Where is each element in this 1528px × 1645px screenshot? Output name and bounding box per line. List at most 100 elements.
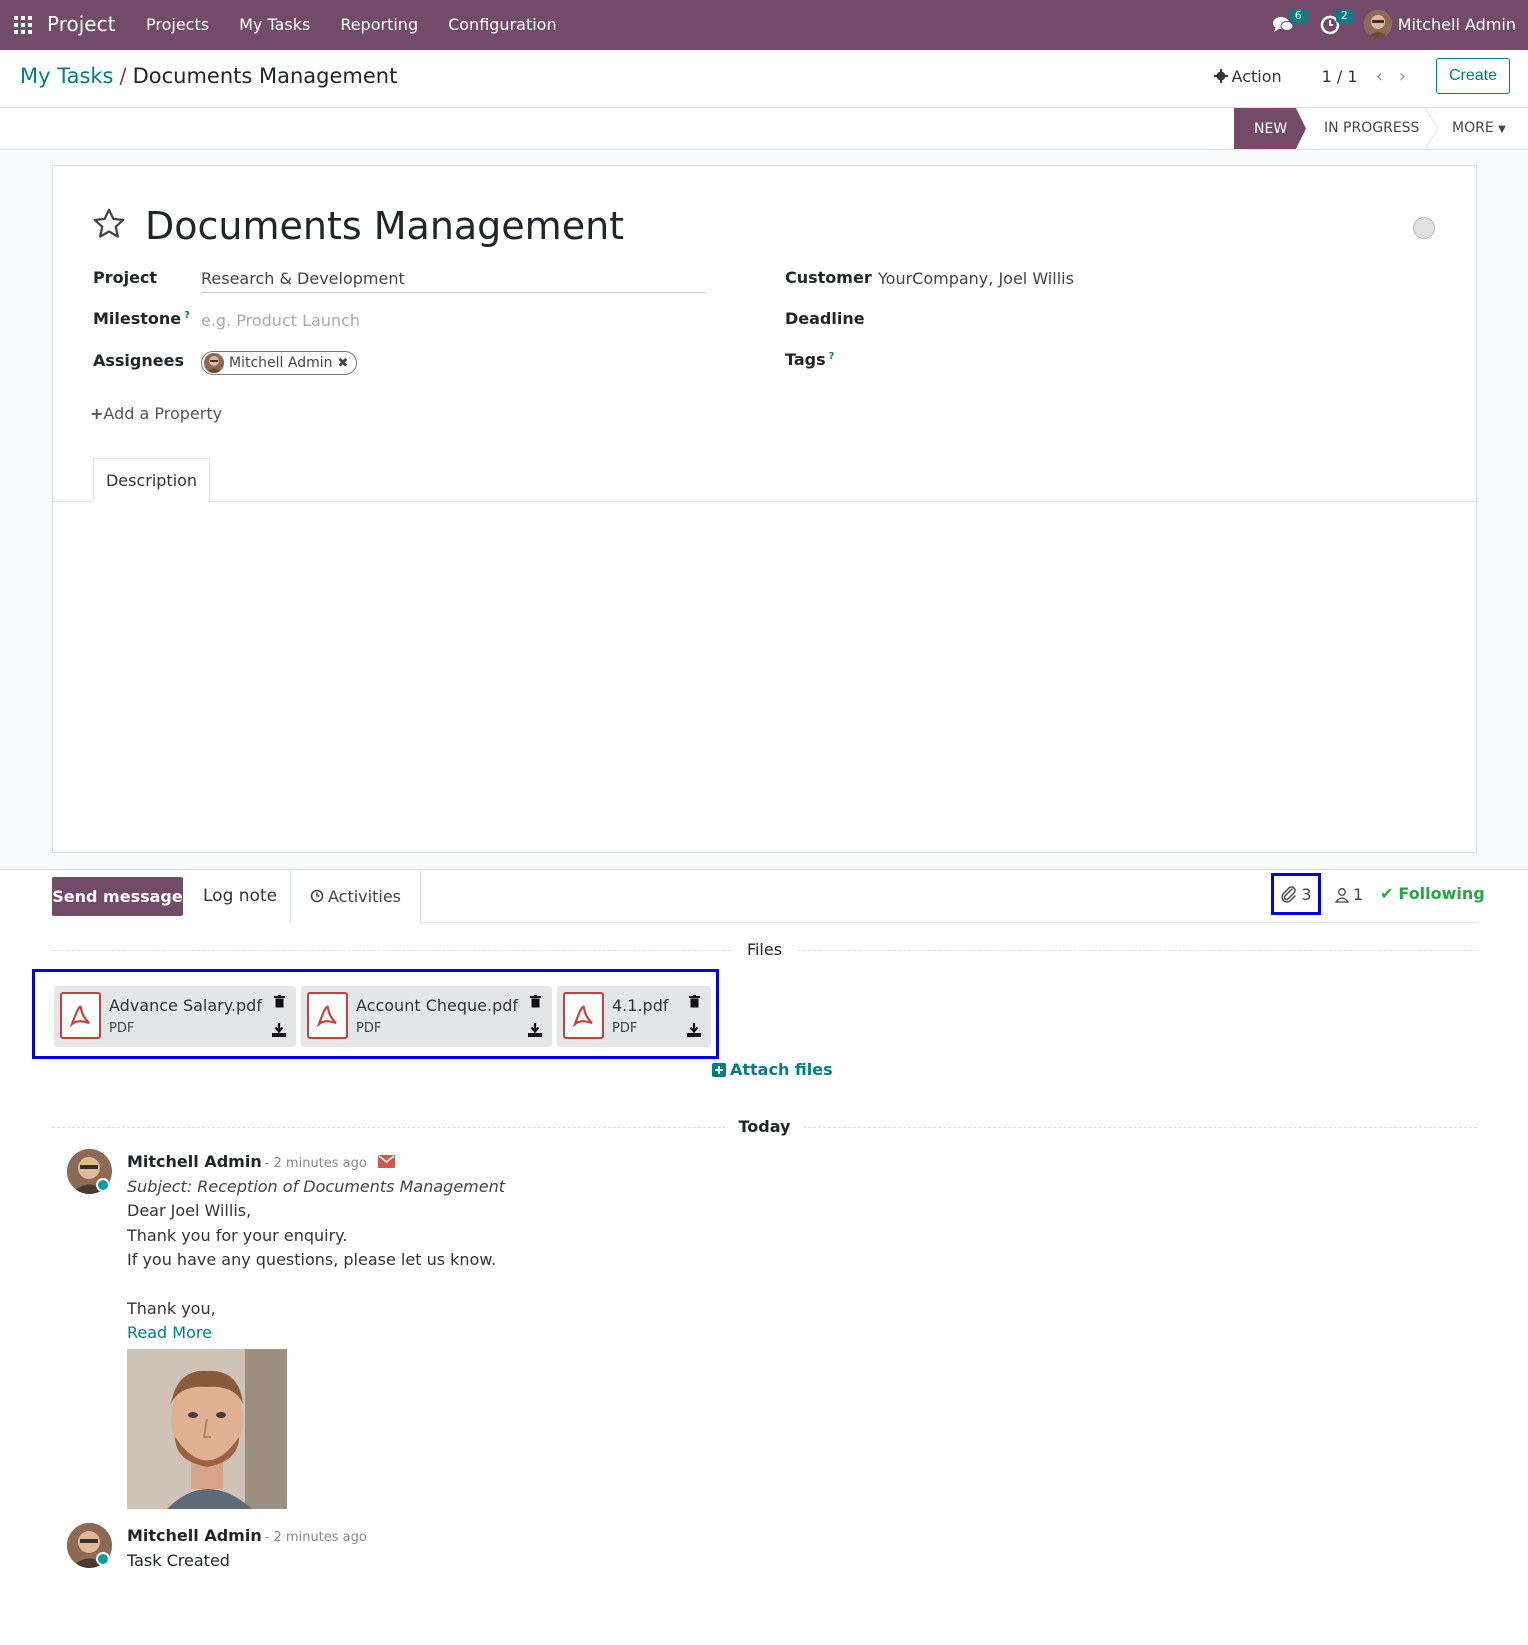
- plus-icon: +: [90, 404, 104, 423]
- following-button[interactable]: ✔ Following: [1380, 884, 1485, 903]
- attachment-count: 3: [1301, 884, 1312, 904]
- send-message-button[interactable]: Send message: [52, 877, 183, 916]
- form-sheet: Documents Management Project Research & …: [52, 165, 1477, 853]
- milestone-help-icon[interactable]: ?: [184, 310, 190, 321]
- user-menu[interactable]: Mitchell Admin: [1363, 10, 1516, 38]
- message-body-line: If you have any questions, please let us…: [127, 1250, 497, 1269]
- today-separator-label: Today: [724, 1117, 805, 1136]
- create-button[interactable]: Create: [1435, 58, 1510, 94]
- message-date: - 2 minutes ago: [264, 1530, 367, 1545]
- menu-configuration[interactable]: Configuration: [448, 15, 557, 34]
- apps-menu-icon[interactable]: [14, 16, 32, 34]
- pdf-icon: [60, 992, 101, 1039]
- control-panel: My Tasks / Documents Management Action 1 /…: [0, 50, 1528, 108]
- pdf-icon: [563, 992, 604, 1039]
- envelope-icon[interactable]: [378, 1155, 396, 1168]
- message-author[interactable]: Mitchell Admin: [127, 1526, 262, 1545]
- messaging-menu[interactable]: 6: [1272, 9, 1307, 38]
- customer-photo[interactable]: [127, 1349, 287, 1509]
- attachment-name: Account Cheque.pdf: [356, 996, 519, 1015]
- attachment-name: 4.1.pdf: [612, 996, 669, 1015]
- menu-projects[interactable]: Projects: [146, 15, 209, 34]
- stage-separator: [1425, 108, 1439, 149]
- action-menu-button[interactable]: Action: [1213, 67, 1282, 86]
- message-body-line: Dear Joel Willis,: [127, 1201, 252, 1220]
- remove-tag-icon[interactable]: ✖: [338, 356, 349, 371]
- download-icon[interactable]: [272, 1023, 286, 1037]
- message-body-line: Thank you,: [127, 1299, 216, 1318]
- assignee-tag[interactable]: Mitchell Admin ✖: [201, 351, 358, 375]
- attachment-type: PDF: [612, 1021, 638, 1036]
- pager-arrows: ‹ ›: [1376, 66, 1406, 87]
- user-avatar: [1363, 10, 1392, 38]
- plus-square-icon: [712, 1062, 726, 1077]
- trash-icon[interactable]: [274, 995, 285, 1008]
- message-author-line: Mitchell Admin - 2 minutes ago: [127, 1526, 367, 1545]
- statusbar: NEW IN PROGRESS MORE ▼: [0, 108, 1528, 150]
- message-body-line: Thank you for your enquiry.: [127, 1226, 348, 1245]
- check-icon: ✔: [1380, 884, 1394, 903]
- attachment-card[interactable]: Account Cheque.pdf PDF: [301, 986, 552, 1047]
- pager-prev-icon[interactable]: ‹: [1376, 66, 1383, 87]
- add-property-button[interactable]: +Add a Property: [90, 404, 222, 423]
- read-more-link[interactable]: Read More: [127, 1323, 212, 1342]
- top-navbar: Project Projects My Tasks Reporting Conf…: [0, 0, 1528, 50]
- followers-button[interactable]: 1: [1334, 885, 1363, 904]
- today-separator: Today: [52, 1117, 1477, 1137]
- attach-files-button[interactable]: Attach files: [712, 1060, 833, 1079]
- main-menu: Projects My Tasks Reporting Configuratio…: [146, 15, 557, 34]
- attach-files-label: Attach files: [730, 1060, 833, 1079]
- files-separator-label: Files: [732, 940, 797, 959]
- online-status-indicator: [96, 1552, 110, 1566]
- assignees-label: Assignees: [93, 351, 184, 370]
- message-body: Task Created: [127, 1551, 230, 1570]
- tags-label: Tags: [785, 350, 826, 369]
- activity-menu[interactable]: 2: [1318, 9, 1353, 38]
- control-panel-right: Action 1 / 1 ‹ › Create: [1213, 58, 1510, 94]
- attachment-name: Advance Salary.pdf: [109, 996, 262, 1015]
- activities-badge: 2: [1335, 9, 1353, 23]
- download-icon[interactable]: [687, 1023, 701, 1037]
- attachment-count-button[interactable]: 3: [1271, 873, 1321, 915]
- breadcrumb-separator: /: [119, 64, 127, 88]
- pager-next-icon[interactable]: ›: [1399, 66, 1406, 87]
- breadcrumb: My Tasks / Documents Management: [20, 64, 397, 88]
- follower-count: 1: [1353, 885, 1364, 904]
- tab-description[interactable]: Description: [93, 458, 210, 502]
- attachment-card[interactable]: Advance Salary.pdf PDF: [54, 986, 296, 1047]
- milestone-label: Milestone: [93, 309, 182, 328]
- milestone-field[interactable]: e.g. Product Launch: [201, 311, 360, 330]
- menu-reporting[interactable]: Reporting: [340, 15, 418, 34]
- app-brand[interactable]: Project: [47, 12, 115, 36]
- log-note-button[interactable]: Log note: [203, 886, 277, 906]
- menu-my-tasks[interactable]: My Tasks: [239, 15, 310, 34]
- message-subject: Subject: Reception of Documents Manageme…: [127, 1177, 505, 1196]
- attachment-card[interactable]: 4.1.pdf PDF: [557, 986, 711, 1047]
- pdf-icon: [307, 992, 348, 1039]
- project-field[interactable]: Research & Development: [201, 269, 405, 288]
- breadcrumb-current: Documents Management: [132, 64, 398, 88]
- kanban-state-indicator[interactable]: [1413, 217, 1435, 239]
- activities-button[interactable]: Activities: [290, 869, 421, 923]
- stage-in-progress[interactable]: IN PROGRESS: [1324, 120, 1419, 136]
- tags-label-wrap: Tags?: [785, 350, 834, 369]
- message-author-line: Mitchell Admin - 2 minutes ago: [127, 1152, 396, 1171]
- breadcrumb-my-tasks[interactable]: My Tasks: [20, 64, 114, 88]
- project-underline: [201, 292, 706, 293]
- add-property-label: Add a Property: [103, 404, 223, 423]
- message-author[interactable]: Mitchell Admin: [127, 1152, 262, 1171]
- star-icon[interactable]: [91, 206, 127, 242]
- message-date: - 2 minutes ago: [264, 1156, 367, 1171]
- attachment-type: PDF: [356, 1021, 382, 1036]
- clock-icon: [310, 889, 324, 903]
- trash-icon[interactable]: [530, 995, 541, 1008]
- stage-new[interactable]: NEW: [1234, 108, 1306, 149]
- customer-field[interactable]: YourCompany, Joel Willis: [878, 269, 1074, 288]
- trash-icon[interactable]: [689, 995, 700, 1008]
- task-title[interactable]: Documents Management: [145, 204, 624, 248]
- stage-more-label: MORE: [1452, 120, 1494, 136]
- tags-help-icon[interactable]: ?: [829, 351, 835, 362]
- download-icon[interactable]: [528, 1023, 542, 1037]
- stage-more-dropdown[interactable]: MORE ▼: [1452, 120, 1506, 136]
- pager-value[interactable]: 1 / 1: [1322, 67, 1358, 86]
